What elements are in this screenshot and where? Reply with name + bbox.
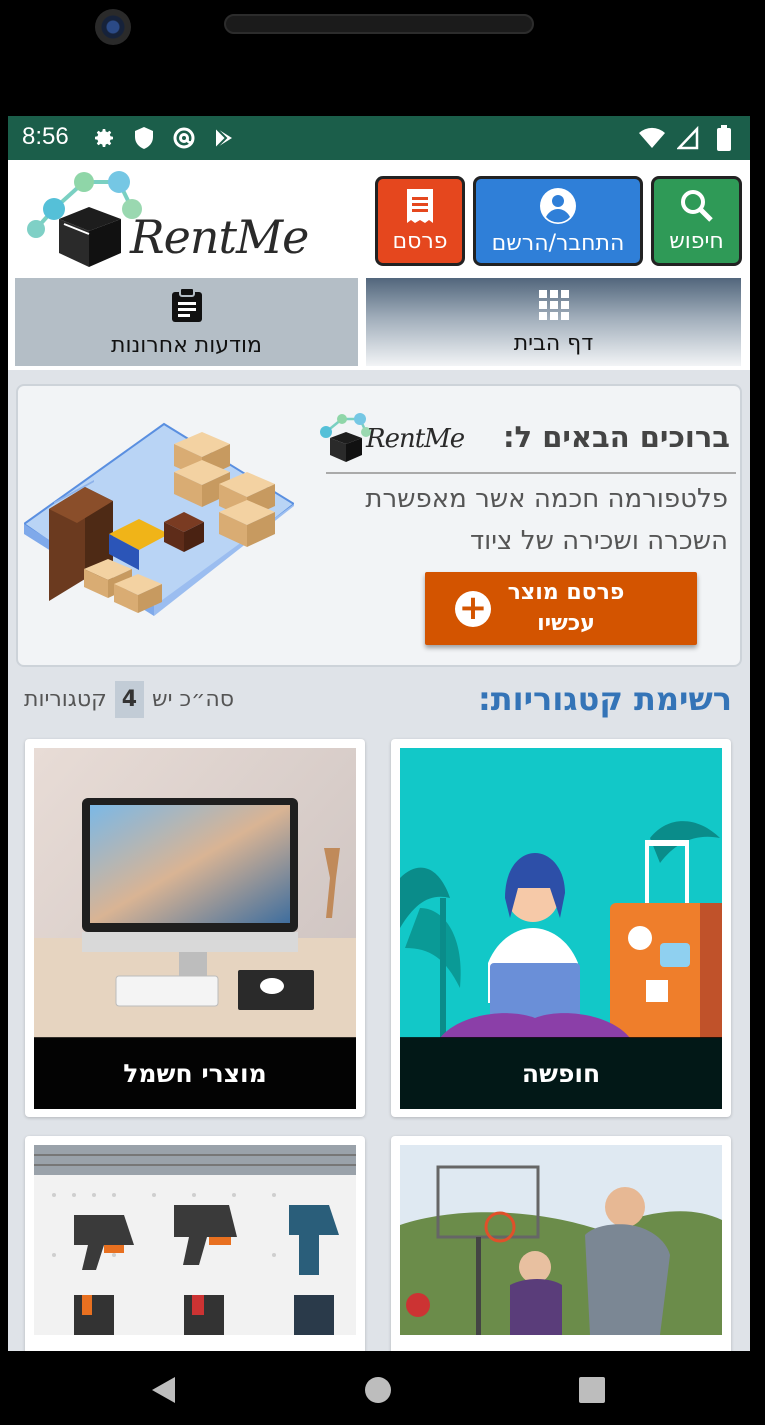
system-nav-bar bbox=[0, 1351, 765, 1425]
tab-home[interactable]: דף הבית bbox=[366, 278, 741, 366]
categories-title: רשימת קטגוריות: bbox=[477, 680, 732, 718]
post-product-now-button[interactable]: פרסם מוצר עכשיו + bbox=[425, 572, 697, 645]
storage-room-illustration bbox=[24, 422, 294, 616]
rentme-logo[interactable]: RentMe bbox=[24, 164, 344, 272]
app-screen: 8:56 RentMe פרסם התחבר/הרשם חיפוש מודעות… bbox=[8, 116, 750, 1351]
category-card-sports[interactable] bbox=[391, 1136, 731, 1351]
status-bar: 8:56 bbox=[8, 116, 750, 160]
recents-icon[interactable] bbox=[578, 1375, 606, 1405]
welcome-card: ברוכים הבאים ל: RentMe פלטפורמה חכמה אשר… bbox=[16, 384, 742, 667]
login-button-label: התחבר/הרשם bbox=[491, 230, 625, 256]
category-label: מוצרי חשמל bbox=[34, 1037, 356, 1109]
search-icon bbox=[680, 189, 713, 222]
welcome-logo: RentMe bbox=[308, 410, 478, 464]
play-store-icon bbox=[210, 124, 238, 152]
shield-icon bbox=[130, 124, 158, 152]
count-suffix: קטגוריות bbox=[24, 686, 107, 712]
tab-home-label: דף הבית bbox=[513, 330, 594, 356]
app-header: RentMe פרסם התחבר/הרשם חיפוש bbox=[8, 160, 750, 275]
category-card-electronics[interactable]: מוצרי חשמל bbox=[25, 739, 365, 1117]
power-tools-photo bbox=[34, 1145, 356, 1335]
computer-photo: מוצרי חשמל bbox=[34, 748, 356, 1109]
plus-icon: + bbox=[455, 591, 491, 627]
logo-text: RentMe bbox=[130, 210, 309, 264]
categories-count: סה״כ יש 4 קטגוריות bbox=[24, 676, 234, 722]
post-button-label: פרסם bbox=[392, 228, 448, 254]
earpiece-speaker bbox=[224, 14, 534, 34]
back-icon[interactable] bbox=[149, 1375, 177, 1405]
tab-recent-ads[interactable]: מודעות אחרונות bbox=[15, 278, 358, 366]
user-circle-icon bbox=[540, 187, 576, 224]
count-badge: 4 bbox=[114, 680, 145, 718]
wifi-icon bbox=[638, 124, 666, 152]
status-time: 8:56 bbox=[22, 123, 69, 150]
signal-icon bbox=[674, 124, 702, 152]
count-prefix: סה״כ יש bbox=[152, 686, 235, 712]
battery-icon bbox=[710, 124, 738, 152]
gear-icon bbox=[90, 124, 118, 152]
vacation-illustration: חופשה bbox=[400, 748, 722, 1109]
login-register-button[interactable]: התחבר/הרשם bbox=[473, 176, 643, 266]
welcome-title: ברוכים הבאים ל: bbox=[502, 420, 730, 454]
tab-recent-label: מודעות אחרונות bbox=[111, 332, 262, 358]
grid-icon bbox=[538, 289, 569, 320]
welcome-description: פלטפורמה חכמה אשר מאפשרת השכרה ושכירה של… bbox=[365, 484, 728, 556]
at-icon bbox=[170, 124, 198, 152]
basketball-photo bbox=[400, 1145, 722, 1335]
category-card-vacation[interactable]: חופשה bbox=[391, 739, 731, 1117]
welcome-divider bbox=[326, 472, 736, 474]
category-label: חופשה bbox=[400, 1037, 722, 1109]
cta-label: פרסם מוצר עכשיו bbox=[507, 580, 625, 636]
search-button[interactable]: חיפוש bbox=[651, 176, 742, 266]
category-card-tools[interactable] bbox=[25, 1136, 365, 1351]
front-camera bbox=[95, 9, 131, 45]
post-button[interactable]: פרסם bbox=[375, 176, 465, 266]
receipt-icon bbox=[407, 188, 433, 223]
main-tabs: מודעות אחרונות דף הבית bbox=[8, 275, 750, 370]
search-button-label: חיפוש bbox=[669, 228, 724, 254]
home-icon[interactable] bbox=[364, 1375, 392, 1405]
welcome-logo-text: RentMe bbox=[366, 424, 465, 454]
clipboard-icon bbox=[171, 286, 202, 322]
